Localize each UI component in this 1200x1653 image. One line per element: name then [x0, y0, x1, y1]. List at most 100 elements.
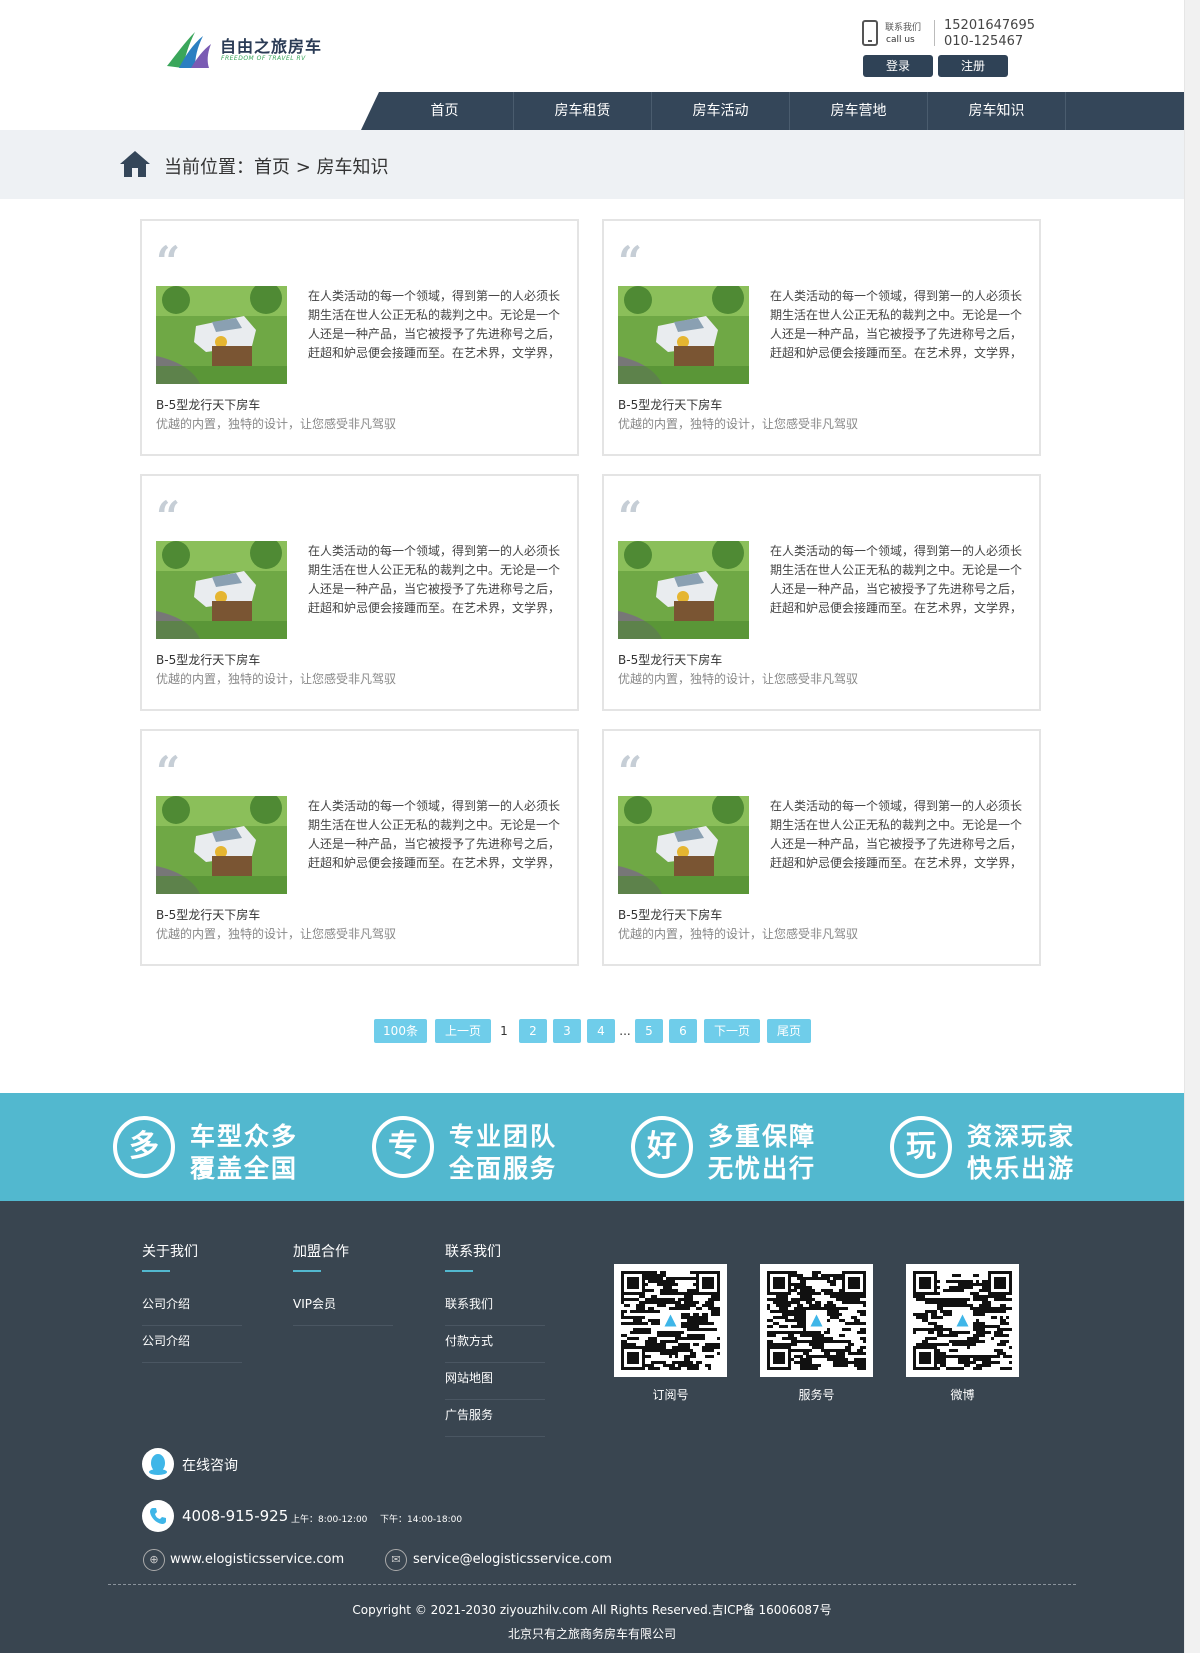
footer-link-vip[interactable]: VIP会员 [293, 1289, 393, 1326]
pager-page-6[interactable]: 6 [669, 1019, 697, 1043]
feature-experts-subtitle: 快乐出游 [967, 1154, 1076, 1183]
quote-icon: “ [618, 747, 643, 796]
knowledge-card[interactable]: “ 在人类活动的每一个领域，得到第一的人必须长期生活在世人公正无私的裁判之中。无论… [140, 474, 579, 711]
footer-link-contact-us[interactable]: 联系我们 [445, 1289, 545, 1326]
feature-experts-icon: 玩 [890, 1116, 952, 1178]
card-excerpt: 在人类活动的每一个领域，得到第一的人必须长期生活在世人公正无私的裁判之中。无论是… [308, 544, 561, 615]
quote-icon: “ [618, 237, 643, 286]
rv-thumbnail[interactable] [618, 286, 749, 384]
knowledge-card[interactable]: “ 在人类活动的每一个领域，得到第一的人必须长期生活在世人公正无私的裁判之中。无论… [602, 219, 1041, 456]
feature-experts-title: 资深玩家 [967, 1122, 1076, 1151]
pager-current-page: 1 [500, 1024, 508, 1038]
pager-prev-button[interactable]: 上一页 [435, 1019, 491, 1043]
login-button[interactable]: 登录 [863, 55, 933, 77]
card-subtitle: 优越的内置，独特的设计，让您感受非凡驾驭 [618, 417, 859, 431]
nav-home[interactable]: 首页 [376, 92, 514, 130]
feature-team-subtitle: 全面服务 [449, 1154, 558, 1183]
register-button[interactable]: 注册 [938, 55, 1008, 77]
website-link[interactable]: www.elogisticsservice.com [170, 1552, 344, 1567]
qr-code-icon [614, 1264, 727, 1377]
quote-icon: “ [156, 492, 181, 541]
rv-thumbnail[interactable] [618, 796, 749, 894]
card-excerpt: 在人类活动的每一个领域，得到第一的人必须长期生活在世人公正无私的裁判之中。无论是… [308, 799, 561, 870]
qr-code-icon [906, 1264, 1019, 1377]
pager-page-5[interactable]: 5 [635, 1019, 663, 1043]
feature-variety-icon: 多 [113, 1116, 175, 1178]
hours-morning: 上午：8:00-12:00 [291, 1515, 368, 1525]
quote-icon: “ [618, 492, 643, 541]
globe-icon: ⊕ [143, 1549, 165, 1571]
home-icon [120, 151, 150, 177]
card-excerpt: 在人类活动的每一个领域，得到第一的人必须长期生活在世人公正无私的裁判之中。无论是… [770, 289, 1023, 360]
footer-link-sitemap[interactable]: 网站地图 [445, 1363, 545, 1400]
quote-icon: “ [156, 747, 181, 796]
pager-last-button[interactable]: 尾页 [767, 1019, 811, 1043]
brand-tagline: FREEDOM OF TRAVEL RV [221, 55, 306, 62]
contact-phone-mobile: 15201647695 [944, 18, 1035, 33]
company-name: 北京只有之旅商务房车有限公司 [507, 1627, 676, 1641]
card-subtitle: 优越的内置，独特的设计，让您感受非凡驾驭 [156, 672, 397, 686]
quote-icon: “ [156, 237, 181, 286]
pager-total: 100条 [374, 1019, 427, 1043]
brand-name[interactable]: 自由之旅房车 [220, 33, 322, 57]
qq-chat-icon[interactable] [142, 1448, 174, 1480]
hotline-phone-icon [142, 1500, 174, 1532]
footer-col-underline [293, 1270, 321, 1272]
footer-col-about-title: 关于我们 [142, 1244, 198, 1260]
email-link[interactable]: service@elogisticsservice.com [413, 1552, 612, 1567]
card-title[interactable]: B-5型龙行天下房车 [618, 651, 722, 668]
pager-next-button[interactable]: 下一页 [704, 1019, 760, 1043]
qr-label: 服务号 [798, 1388, 835, 1402]
pager-page-2[interactable]: 2 [519, 1019, 547, 1043]
breadcrumb: 当前位置：首页 > 房车知识 [164, 157, 389, 178]
feature-variety-subtitle: 覆盖全国 [190, 1154, 299, 1183]
card-title[interactable]: B-5型龙行天下房车 [156, 396, 260, 413]
footer-link-ads[interactable]: 广告服务 [445, 1400, 545, 1437]
card-subtitle: 优越的内置，独特的设计，让您感受非凡驾驭 [618, 672, 859, 686]
card-excerpt: 在人类活动的每一个领域，得到第一的人必须长期生活在世人公正无私的裁判之中。无论是… [308, 289, 561, 360]
card-title[interactable]: B-5型龙行天下房车 [618, 906, 722, 923]
feature-team-icon: 专 [372, 1116, 434, 1178]
pager-page-3[interactable]: 3 [553, 1019, 581, 1043]
qr-code-icon [760, 1264, 873, 1377]
knowledge-card[interactable]: “ 在人类活动的每一个领域，得到第一的人必须长期生活在世人公正无私的裁判之中。无论… [602, 474, 1041, 711]
card-subtitle: 优越的内置，独特的设计，让您感受非凡驾驭 [156, 417, 397, 431]
page-scrollbar[interactable] [1184, 0, 1200, 1653]
nav-rv-events[interactable]: 房车活动 [652, 92, 790, 130]
footer-link-company-intro-2[interactable]: 公司介绍 [142, 1326, 242, 1363]
knowledge-card[interactable]: “ 在人类活动的每一个领域，得到第一的人必须长期生活在世人公正无私的裁判之中。无论… [602, 729, 1041, 966]
footer-link-company-intro[interactable]: 公司介绍 [142, 1289, 242, 1326]
rv-thumbnail[interactable] [618, 541, 749, 639]
nav-rv-rental[interactable]: 房车租赁 [514, 92, 652, 130]
hotline-number: 4008-915-925 [182, 1507, 289, 1525]
feature-team-title: 专业团队 [449, 1122, 558, 1151]
nav-rv-camps[interactable]: 房车营地 [790, 92, 928, 130]
rv-thumbnail[interactable] [156, 796, 287, 894]
card-subtitle: 优越的内置，独特的设计，让您感受非凡驾驭 [156, 927, 397, 941]
card-title[interactable]: B-5型龙行天下房车 [618, 396, 722, 413]
rv-thumbnail[interactable] [156, 541, 287, 639]
contact-label-en: call us [886, 35, 915, 45]
nav-rv-knowledge[interactable]: 房车知识 [928, 92, 1066, 130]
feature-guarantee-title: 多重保障 [708, 1122, 817, 1151]
pager-page-4[interactable]: 4 [587, 1019, 615, 1043]
main-nav: 首页 房车租赁 房车活动 房车营地 房车知识 [361, 92, 1185, 130]
card-excerpt: 在人类活动的每一个领域，得到第一的人必须长期生活在世人公正无私的裁判之中。无论是… [770, 799, 1023, 870]
hours-afternoon: 下午：14:00-18:00 [380, 1515, 463, 1525]
rv-thumbnail[interactable] [156, 286, 287, 384]
card-title[interactable]: B-5型龙行天下房车 [156, 906, 260, 923]
mobile-phone-icon [862, 20, 878, 46]
knowledge-card[interactable]: “ 在人类活动的每一个领域，得到第一的人必须长期生活在世人公正无私的裁判之中。无论… [140, 219, 579, 456]
feature-guarantee-icon: 好 [631, 1116, 693, 1178]
feature-guarantee-subtitle: 无忧出行 [708, 1154, 817, 1183]
online-consult-link[interactable]: 在线咨询 [182, 1455, 238, 1475]
footer-divider [108, 1584, 1076, 1585]
footer-col-underline [445, 1270, 473, 1272]
footer-col-contact-title: 联系我们 [445, 1244, 501, 1260]
card-subtitle: 优越的内置，独特的设计，让您感受非凡驾驭 [618, 927, 859, 941]
knowledge-card[interactable]: “ 在人类活动的每一个领域，得到第一的人必须长期生活在世人公正无私的裁判之中。无论… [140, 729, 579, 966]
footer-link-payment[interactable]: 付款方式 [445, 1326, 545, 1363]
card-title[interactable]: B-5型龙行天下房车 [156, 651, 260, 668]
card-excerpt: 在人类活动的每一个领域，得到第一的人必须长期生活在世人公正无私的裁判之中。无论是… [770, 544, 1023, 615]
footer-col-partner-title: 加盟合作 [293, 1244, 349, 1260]
